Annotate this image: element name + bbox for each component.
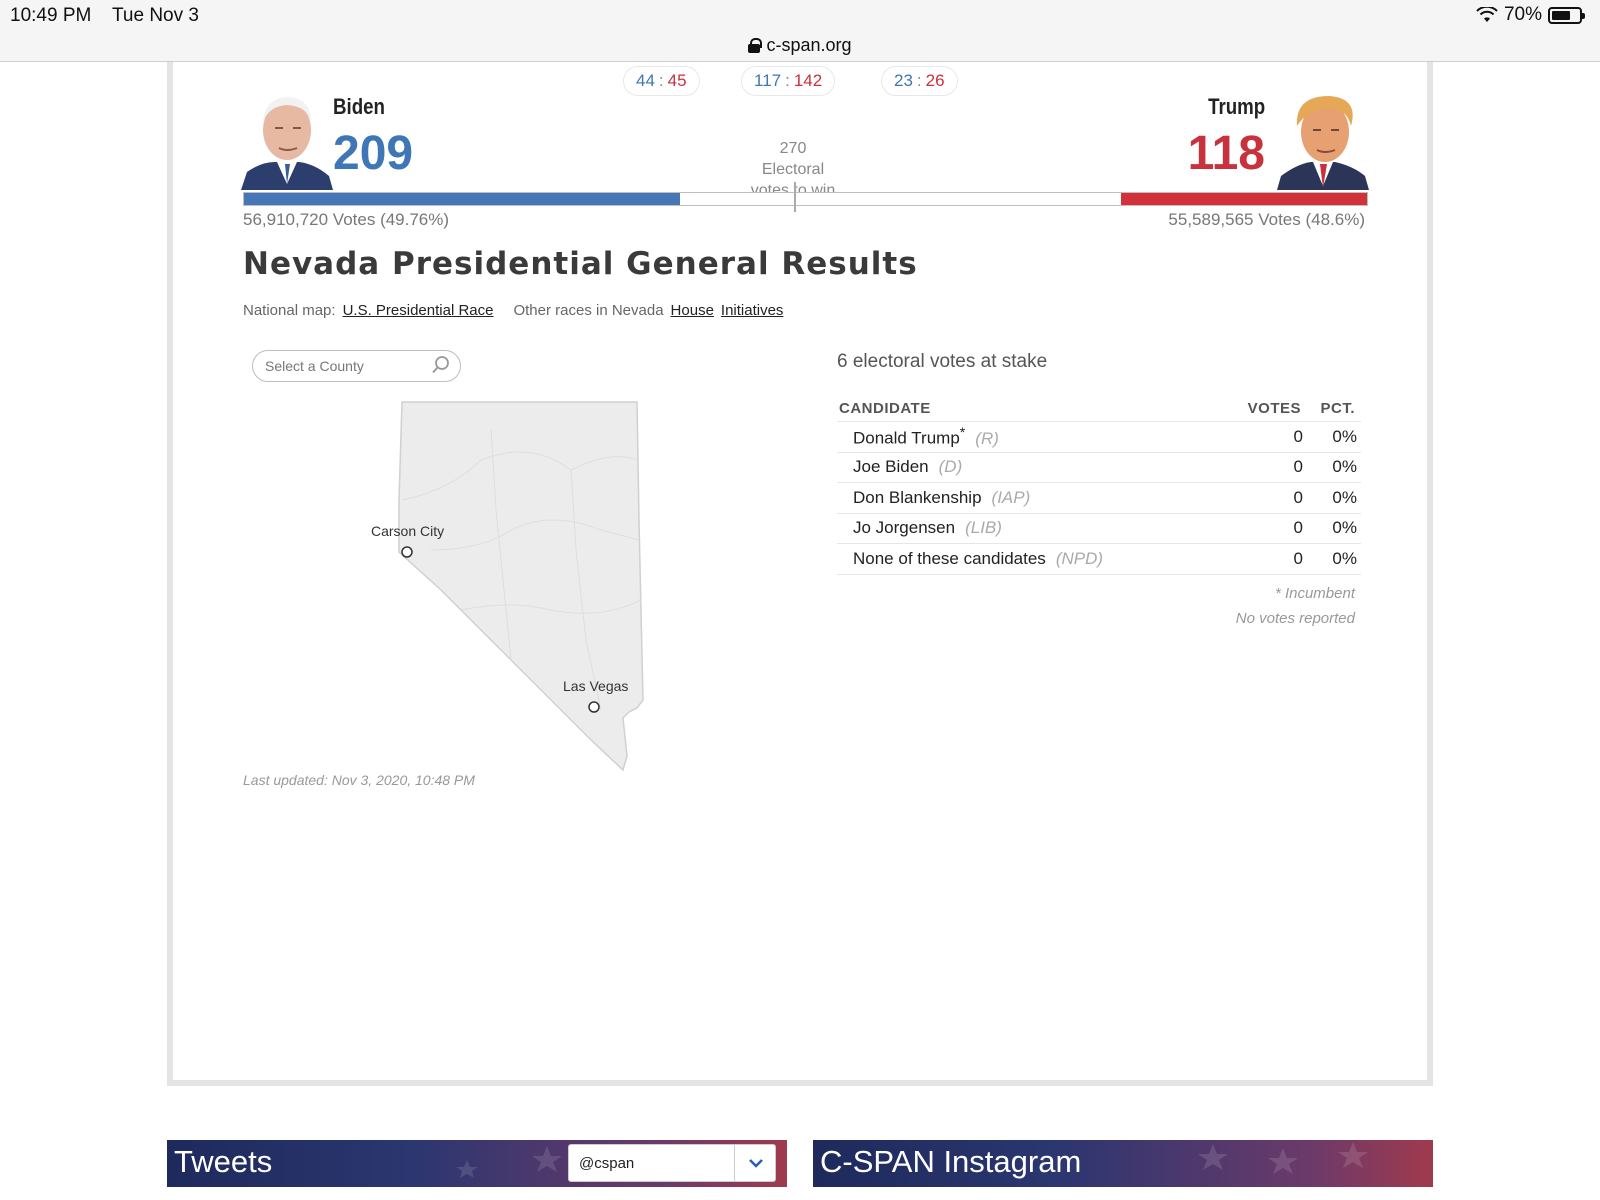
tossup-sep: : <box>658 71 664 90</box>
tossup-rep: 26 <box>925 71 945 90</box>
last-updated: Last updated: Nov 3, 2020, 10:48 PM <box>243 772 475 788</box>
tweet-account-value: @cspan <box>579 1154 635 1172</box>
county-select-placeholder: Select a County <box>265 358 364 374</box>
national-map-link[interactable]: U.S. Presidential Race <box>343 302 494 319</box>
tossup-rep: 142 <box>793 71 823 90</box>
tossup-pill: 44 : 45 <box>623 66 700 96</box>
incumbent-note: * Incumbent <box>1274 584 1355 602</box>
las-vegas-marker <box>588 701 600 713</box>
county-select[interactable]: Select a County <box>252 350 461 382</box>
chevron-down-icon[interactable] <box>749 1158 763 1168</box>
national-map-label: National map: <box>243 302 336 319</box>
electoral-bar-dem <box>244 193 681 205</box>
candidate-name: Donald Trump <box>853 428 960 448</box>
tweet-account-select[interactable]: @cspan <box>568 1144 776 1182</box>
other-races-label: Other races in Nevada <box>513 302 664 319</box>
threshold-line2: Electoral <box>761 161 825 178</box>
trump-portrait <box>1277 96 1369 190</box>
candidate-votes: 0 <box>1293 518 1303 538</box>
right-popular-vote: 55,589,565 Votes (48.6%) <box>1168 210 1365 229</box>
instagram-title: C-SPAN Instagram <box>820 1144 1082 1179</box>
candidate-name: Joe Biden <box>853 457 929 477</box>
candidate-party: (IAP) <box>991 487 1031 507</box>
nevada-map-svg[interactable] <box>371 400 661 790</box>
instagram-banner: C-SPAN Instagram <box>813 1140 1433 1187</box>
address-bar[interactable]: c-span.org <box>0 30 1600 62</box>
wifi-icon <box>1476 7 1498 22</box>
carson-city-label: Carson City <box>371 523 445 539</box>
candidate-pct: 0% <box>1332 518 1357 538</box>
left-candidate-name: Biden <box>333 94 385 119</box>
page-title: Nevada Presidential General Results <box>243 246 918 282</box>
candidate-votes: 0 <box>1293 426 1303 446</box>
house-link[interactable]: House <box>671 302 714 319</box>
candidate-pct: 0% <box>1332 487 1357 507</box>
header-candidate: CANDIDATE <box>839 400 931 417</box>
results-table-header: CANDIDATE VOTES PCT. <box>837 394 1361 422</box>
candidate-votes: 0 <box>1293 548 1303 568</box>
status-indicators: 70% <box>1476 4 1585 26</box>
header-votes: VOTES <box>1247 400 1301 417</box>
url-domain: c-span.org <box>766 35 852 55</box>
table-row: Don Blankenship (IAP) 0 0% <box>837 483 1361 514</box>
status-bar: 10:49 PM Tue Nov 3 70% <box>0 0 1600 30</box>
left-popular-vote: 56,910,720 Votes (49.76%) <box>243 210 450 229</box>
search-icon[interactable] <box>431 355 451 375</box>
status-date: Tue Nov 3 <box>112 5 199 26</box>
table-footnotes: * Incumbent No votes reported <box>837 581 1361 631</box>
candidate-pct: 0% <box>1332 457 1357 477</box>
threshold-marker <box>794 182 796 212</box>
electoral-bar-rep <box>1120 193 1367 205</box>
status-time: 10:49 PM <box>10 5 92 26</box>
left-candidate-ev: 209 <box>333 127 414 180</box>
candidate-votes: 0 <box>1293 457 1303 477</box>
race-links: National map: U.S. Presidential Race Oth… <box>243 302 783 319</box>
tweets-banner: Tweets @cspan <box>167 1140 787 1187</box>
candidate-votes: 0 <box>1293 487 1303 507</box>
candidate-party: (LIB) <box>965 518 1002 538</box>
candidate-name: Don Blankenship <box>853 487 982 507</box>
tossup-pill: 117 : 142 <box>741 66 836 96</box>
biden-portrait <box>241 97 333 190</box>
lock-icon <box>748 38 763 53</box>
table-row: Donald Trump* (R) 0 0% <box>837 422 1361 453</box>
tossup-dem: 44 <box>636 71 655 90</box>
nevada-map[interactable]: Carson City Las Vegas <box>371 400 661 790</box>
table-row: None of these candidates (NPD) 0 0% <box>837 544 1361 575</box>
candidate-party: (D) <box>938 457 963 477</box>
tossup-dem: 117 <box>754 71 782 90</box>
candidate-party: (R) <box>975 428 999 448</box>
candidate-name: Jo Jorgensen <box>853 518 956 538</box>
candidate-pct: 0% <box>1332 426 1357 446</box>
tweets-title: Tweets <box>174 1144 273 1179</box>
tossup-pill: 23 : 26 <box>881 66 958 96</box>
threshold-number: 270 <box>779 140 807 157</box>
tossup-rep: 45 <box>667 71 687 90</box>
results-table: CANDIDATE VOTES PCT. Donald Trump* (R) 0 … <box>837 394 1361 631</box>
right-candidate-ev: 118 <box>1187 127 1265 180</box>
results-frame: 44 : 45 117 : 142 23 : 26 Biden 209 Trum… <box>167 62 1433 1086</box>
header-pct: PCT. <box>1320 400 1355 417</box>
carson-city-marker <box>401 546 413 558</box>
battery-percent: 70% <box>1503 4 1542 25</box>
table-row: Joe Biden (D) 0 0% <box>837 453 1361 483</box>
candidate-name: None of these candidates <box>853 548 1046 568</box>
tossup-sep: : <box>916 71 922 90</box>
electoral-bar <box>243 192 1368 206</box>
right-candidate-name: Trump <box>1207 94 1265 119</box>
table-row: Jo Jorgensen (LIB) 0 0% <box>837 514 1361 544</box>
battery-icon <box>1548 6 1585 24</box>
tossup-sep: : <box>785 71 790 90</box>
candidate-pct: 0% <box>1332 548 1357 568</box>
incumbent-mark: * <box>959 424 966 441</box>
initiatives-link[interactable]: Initiatives <box>721 302 784 319</box>
electoral-votes-at-stake: 6 electoral votes at stake <box>837 351 1048 372</box>
las-vegas-label: Las Vegas <box>563 678 629 694</box>
tossup-dem: 23 <box>894 71 913 90</box>
candidate-party: (NPD) <box>1055 548 1104 568</box>
no-votes-note: No votes reported <box>1235 609 1355 627</box>
